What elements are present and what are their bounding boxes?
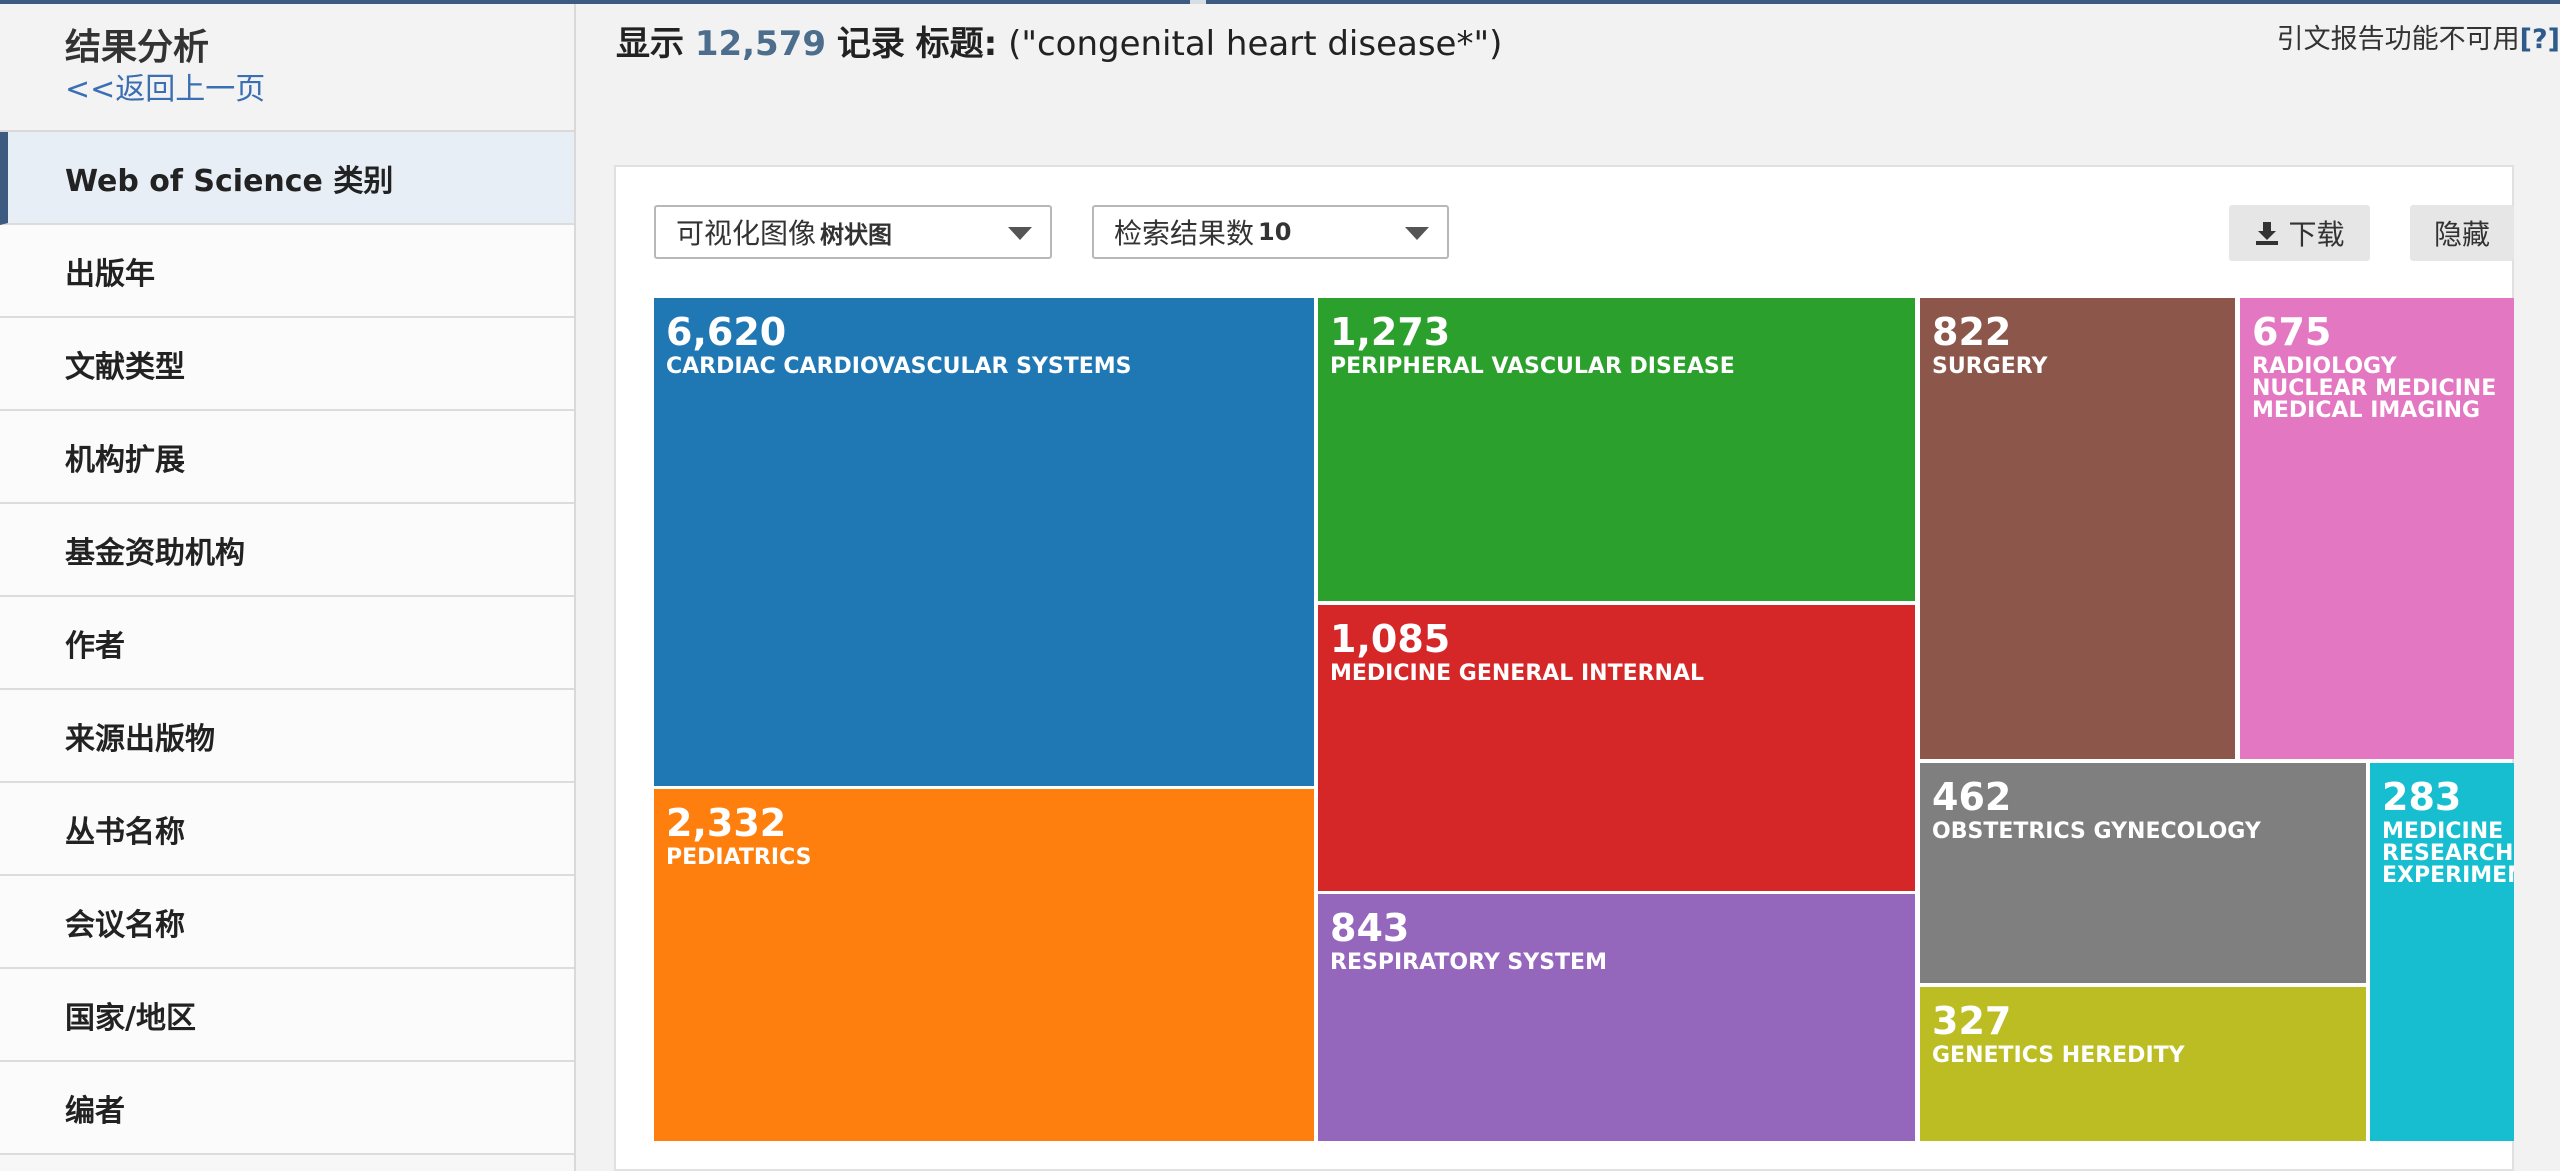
tile-label: PERIPHERAL VASCULAR DISEASE xyxy=(1330,354,1735,379)
sidebar-item-document-type[interactable]: 文献类型 xyxy=(0,318,574,411)
tile-value: 327 xyxy=(1932,999,2012,1043)
tile-value: 1,085 xyxy=(1330,617,1451,661)
tile-value: 283 xyxy=(2382,775,2462,819)
visualization-type-select[interactable]: 可视化图像 树状图 xyxy=(654,205,1052,259)
query-label: 标题: xyxy=(915,24,998,64)
records-word: 记录 xyxy=(836,24,905,64)
citation-report-text: 引文报告功能不可用 xyxy=(2276,24,2520,55)
tile-value: 822 xyxy=(1932,310,2012,354)
tile-label: CARDIAC CARDIOVASCULAR SYSTEMS xyxy=(666,354,1132,379)
tile-value: 462 xyxy=(1932,775,2012,819)
tile-label: RADIOLOGY NUCLEAR MEDICINE MEDICAL IMAGI… xyxy=(2252,354,2497,423)
tile-obstetrics-gynecology[interactable]: 462 OBSTETRICS GYNECOLOGY xyxy=(1920,763,2366,983)
tile-value: 2,332 xyxy=(666,801,787,845)
results-count-value: 10 xyxy=(1258,218,1292,246)
tile-value: 1,273 xyxy=(1330,310,1451,354)
tile-peripheral-vascular-disease[interactable]: 1,273 PERIPHERAL VASCULAR DISEASE xyxy=(1318,298,1915,601)
help-link[interactable]: [?] xyxy=(2520,24,2560,55)
record-count: 12,579 xyxy=(694,24,827,64)
sidebar-title: 结果分析 xyxy=(65,27,210,68)
tile-value: 675 xyxy=(2252,310,2332,354)
sidebar-header: 结果分析 <<返回上一页 xyxy=(0,4,574,132)
tile-cardiac-cardiovascular-systems[interactable]: 6,620 CARDIAC CARDIOVASCULAR SYSTEMS xyxy=(654,298,1314,786)
results-count-select[interactable]: 检索结果数 10 xyxy=(1092,205,1449,259)
sidebar-item-authors[interactable]: 作者 xyxy=(0,597,574,690)
tile-genetics-heredity[interactable]: 327 GENETICS HEREDITY xyxy=(1920,987,2366,1141)
sidebar-item-wos-categories[interactable]: Web of Science 类别 xyxy=(0,132,574,225)
sidebar-item-countries-regions[interactable]: 国家/地区 xyxy=(0,969,574,1062)
sidebar-item-publication-year[interactable]: 出版年 xyxy=(0,225,574,318)
tile-label: PEDIATRICS xyxy=(666,845,812,870)
tile-label: MEDICINE RESEARCH EXPERIMENTAL xyxy=(2382,819,2514,888)
tile-label: OBSTETRICS GYNECOLOGY xyxy=(1932,819,2261,844)
tile-medicine-general-internal[interactable]: 1,085 MEDICINE GENERAL INTERNAL xyxy=(1318,605,1915,891)
tile-pediatrics[interactable]: 2,332 PEDIATRICS xyxy=(654,789,1314,1141)
chevron-down-icon xyxy=(1008,227,1032,240)
hide-button[interactable]: 隐藏 xyxy=(2410,205,2514,261)
tile-value: 843 xyxy=(1330,906,1410,950)
sidebar-item-conference-titles[interactable]: 会议名称 xyxy=(0,876,574,969)
tile-value: 6,620 xyxy=(666,310,787,354)
hide-label: 隐藏 xyxy=(2433,218,2490,251)
summary-prefix: 显示 xyxy=(616,24,684,64)
tile-label: RESPIRATORY SYSTEM xyxy=(1330,950,1607,975)
analysis-sidebar: 结果分析 <<返回上一页 Web of Science 类别 出版年 文献类型 … xyxy=(0,4,576,1171)
download-button[interactable]: 下载 xyxy=(2229,205,2370,261)
sidebar-item-funding-agencies[interactable]: 基金资助机构 xyxy=(0,504,574,597)
tile-radiology-nuclear-medicine[interactable]: 675 RADIOLOGY NUCLEAR MEDICINE MEDICAL IM… xyxy=(2240,298,2514,759)
tile-respiratory-system[interactable]: 843 RESPIRATORY SYSTEM xyxy=(1318,894,1915,1141)
tile-label: SURGERY xyxy=(1932,354,2048,379)
results-count-label: 检索结果数 xyxy=(1114,217,1255,250)
tile-label: MEDICINE GENERAL INTERNAL xyxy=(1330,661,1704,686)
query-text: ("congenital heart disease*") xyxy=(1008,24,1503,64)
tile-label: GENETICS HEREDITY xyxy=(1932,1043,2185,1068)
sidebar-item-editors[interactable]: 编者 xyxy=(0,1062,574,1155)
download-label: 下载 xyxy=(2288,218,2345,251)
chevron-down-icon xyxy=(1405,227,1429,240)
tile-medicine-research-experimental[interactable]: 283MEDICINE RESEARCH EXPERIMENTAL xyxy=(2370,763,2514,1141)
download-icon xyxy=(2256,222,2279,245)
back-link[interactable]: <<返回上一页 xyxy=(65,70,574,110)
visualization-label: 可视化图像 xyxy=(676,217,817,250)
results-summary: 显示 12,579 记录 标题: ("congenital heart dise… xyxy=(616,20,1502,68)
top-bar-handle xyxy=(1190,0,1206,4)
sidebar-item-organizations-enhanced[interactable]: 机构扩展 xyxy=(0,411,574,504)
sidebar-item-series-titles[interactable]: 丛书名称 xyxy=(0,783,574,876)
citation-report-note: 引文报告功能不可用[?] xyxy=(2277,20,2560,60)
visualization-value: 树状图 xyxy=(820,220,893,249)
sidebar-item-source-titles[interactable]: 来源出版物 xyxy=(0,690,574,783)
tile-surgery[interactable]: 822 SURGERY xyxy=(1920,298,2235,759)
